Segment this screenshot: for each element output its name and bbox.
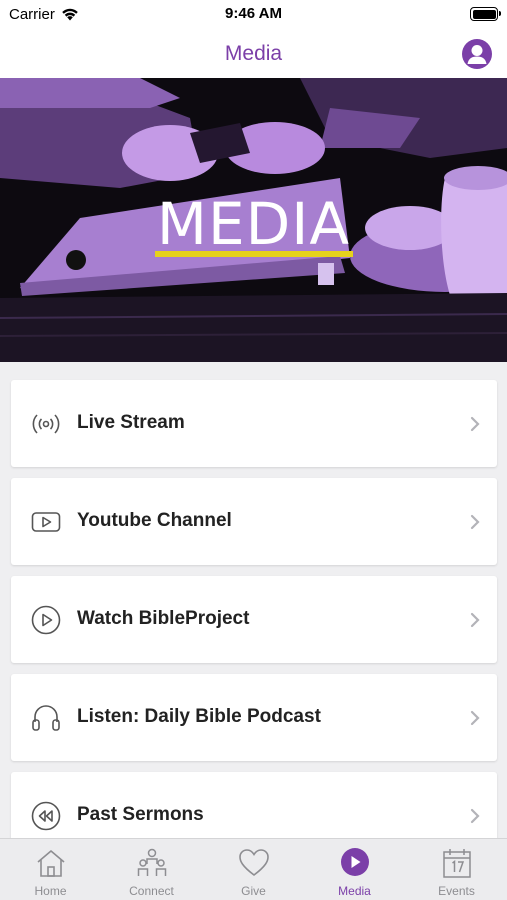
youtube-icon [31,512,61,532]
hero-banner: MEDIA [0,78,507,362]
heart-icon [239,849,269,877]
menu-item-youtube-channel[interactable]: Youtube Channel [11,478,497,565]
chevron-right-icon [470,710,480,726]
tab-label: Events [438,884,475,898]
broadcast-icon [32,414,60,434]
tab-give[interactable]: Give [203,839,304,900]
menu-item-label: Youtube Channel [77,510,232,531]
headphones-icon [32,705,60,731]
nav-bar: Media [0,30,507,78]
page-title: Media [224,42,283,65]
chevron-right-icon [470,808,480,824]
hero-title: MEDIA [156,190,351,258]
chevron-right-icon [470,416,480,432]
battery-icon [470,7,501,21]
tab-connect[interactable]: Connect [101,839,202,900]
play-icon [341,848,369,876]
tab-events[interactable]: Events [406,839,507,900]
menu-item-label: Past Sermons [77,804,204,825]
tab-label: Home [34,884,67,898]
tab-media[interactable]: Media [304,839,405,900]
menu-item-daily-bible-podcast[interactable]: Listen: Daily Bible Podcast [11,674,497,761]
menu-item-label: Listen: Daily Bible Podcast [77,706,321,727]
tab-bar: Home Connect Give Media Events [0,838,507,900]
play-circle-icon [31,605,61,635]
status-time: 9:46 AM [225,5,282,22]
chevron-right-icon [470,514,480,530]
menu-item-label: Watch BibleProject [77,608,250,629]
profile-button[interactable] [462,39,492,69]
menu-item-label: Live Stream [77,412,185,433]
tab-label: Connect [129,884,174,898]
calendar-icon [443,849,471,878]
hero-underline [155,251,353,257]
tab-label: Media [338,884,371,898]
home-icon [37,850,65,877]
menu-item-live-stream[interactable]: Live Stream [11,380,497,467]
chevron-right-icon [470,612,480,628]
person-icon [467,45,487,64]
people-icon [137,848,167,876]
tab-label: Give [241,884,266,898]
rewind-icon [31,801,61,831]
menu-item-watch-bibleproject[interactable]: Watch BibleProject [11,576,497,663]
tab-home[interactable]: Home [0,839,101,900]
status-bar: Carrier 9:46 AM [0,0,507,30]
